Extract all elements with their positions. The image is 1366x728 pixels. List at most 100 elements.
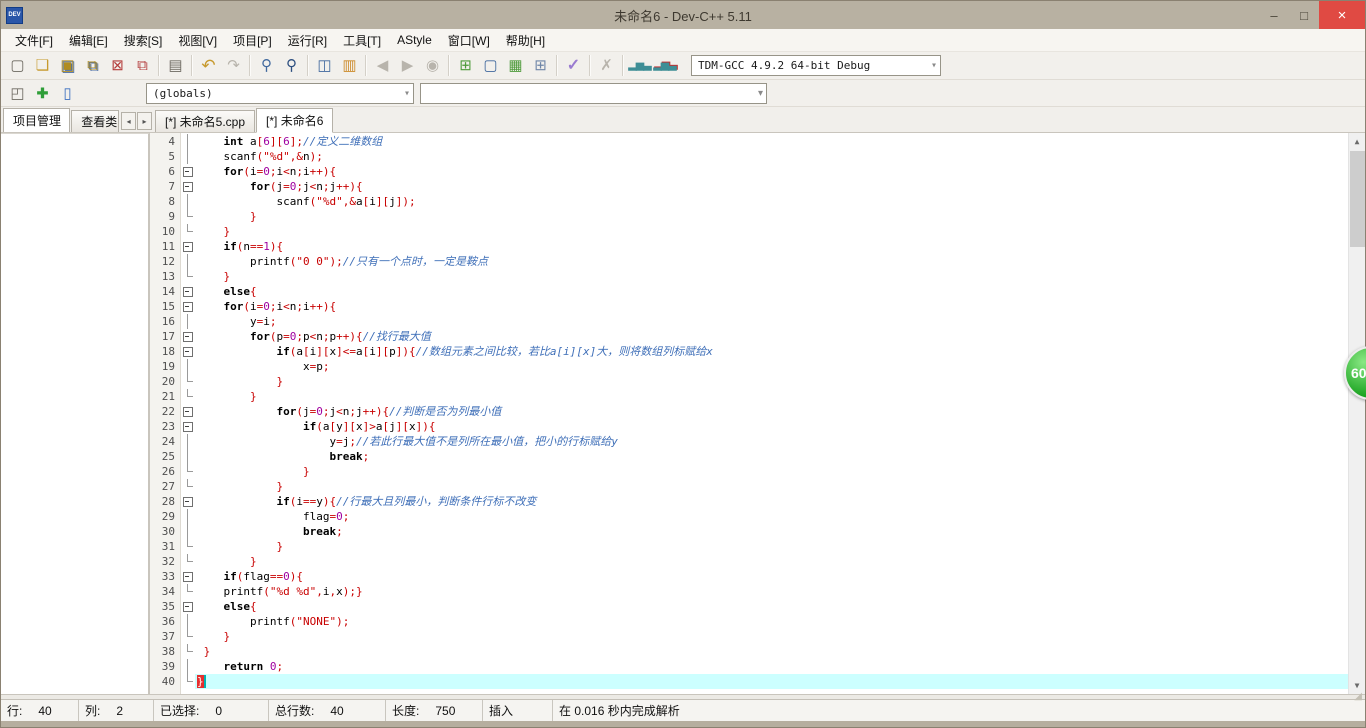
line-number[interactable]: 16 xyxy=(150,314,181,329)
toggle-bookmark-button[interactable]: ▢ xyxy=(478,54,503,77)
fold-toggle-icon[interactable] xyxy=(181,599,195,614)
line-number[interactable]: 39 xyxy=(150,659,181,674)
line-number[interactable]: 6 xyxy=(150,164,181,179)
line-number[interactable]: 5 xyxy=(150,149,181,164)
remove-from-project-button[interactable]: ▯ xyxy=(55,82,80,105)
close-file-button[interactable]: ⊠ xyxy=(105,54,130,77)
undo-button[interactable]: ↶ xyxy=(196,54,221,77)
line-number[interactable]: 8 xyxy=(150,194,181,209)
members-select[interactable]: ▾ xyxy=(420,82,767,104)
menu-search[interactable]: 搜索[S] xyxy=(116,29,171,52)
line-number[interactable]: 22 xyxy=(150,404,181,419)
print-button[interactable]: ▤ xyxy=(163,54,188,77)
compiler-select[interactable]: TDM-GCC 4.9.2 64-bit Debug ▾ xyxy=(691,55,941,76)
scroll-up-button[interactable]: ▲ xyxy=(1349,133,1365,150)
line-number[interactable]: 38 xyxy=(150,644,181,659)
fold-toggle-icon[interactable] xyxy=(181,179,195,194)
line-number[interactable]: 11 xyxy=(150,239,181,254)
line-number[interactable]: 31 xyxy=(150,539,181,554)
line-number[interactable]: 10 xyxy=(150,224,181,239)
line-number[interactable]: 23 xyxy=(150,419,181,434)
forward-button[interactable]: ▶ xyxy=(395,54,420,77)
menu-edit[interactable]: 编辑[E] xyxy=(61,29,116,52)
syntax-check-button[interactable]: ✓ xyxy=(561,54,586,77)
fold-toggle-icon[interactable] xyxy=(181,164,195,179)
fold-toggle-icon[interactable] xyxy=(181,329,195,344)
fold-toggle-icon[interactable] xyxy=(181,299,195,314)
profile-delete-button[interactable]: ▂▅▃ xyxy=(652,54,677,77)
line-number[interactable]: 36 xyxy=(150,614,181,629)
line-number[interactable]: 27 xyxy=(150,479,181,494)
scrollbar-thumb[interactable] xyxy=(1350,151,1365,247)
app-icon[interactable]: DEV xyxy=(6,6,23,24)
line-number[interactable]: 24 xyxy=(150,434,181,449)
line-number[interactable]: 15 xyxy=(150,299,181,314)
close-button[interactable]: × xyxy=(1319,1,1365,29)
menu-project[interactable]: 项目[P] xyxy=(225,29,280,52)
new-unit-in-project-button[interactable]: ◰ xyxy=(5,82,30,105)
line-number[interactable]: 37 xyxy=(150,629,181,644)
panel-tabs-scroll-right-button[interactable]: ▸ xyxy=(137,112,152,130)
line-number[interactable]: 14 xyxy=(150,284,181,299)
line-number[interactable]: 34 xyxy=(150,584,181,599)
list-bookmarks-button[interactable]: ▦ xyxy=(503,54,528,77)
line-number[interactable]: 35 xyxy=(150,599,181,614)
menu-help[interactable]: 帮助[H] xyxy=(498,29,553,52)
line-number[interactable]: 4 xyxy=(150,134,181,149)
line-number[interactable]: 30 xyxy=(150,524,181,539)
line-number[interactable]: 9 xyxy=(150,209,181,224)
line-number[interactable]: 7 xyxy=(150,179,181,194)
menu-run[interactable]: 运行[R] xyxy=(280,29,335,52)
doc-tab-unnamed5[interactable]: [*] 未命名5.cpp xyxy=(155,110,256,132)
fold-toggle-icon[interactable] xyxy=(181,404,195,419)
fold-toggle-icon[interactable] xyxy=(181,494,195,509)
doc-tab-unnamed6[interactable]: [*] 未命名6 xyxy=(256,108,334,133)
menu-astyle[interactable]: AStyle xyxy=(389,30,440,50)
line-number[interactable]: 18 xyxy=(150,344,181,359)
abort-button[interactable]: ✗ xyxy=(594,54,619,77)
globals-select[interactable]: (globals) ▾ xyxy=(146,82,414,104)
open-file-button[interactable]: ❏ xyxy=(30,54,55,77)
menu-view[interactable]: 视图[V] xyxy=(170,29,225,52)
fold-toggle-icon[interactable] xyxy=(181,239,195,254)
line-number[interactable]: 29 xyxy=(150,509,181,524)
minimize-button[interactable]: – xyxy=(1259,1,1289,29)
fold-toggle-icon[interactable] xyxy=(181,344,195,359)
save-button[interactable]: ▣ xyxy=(55,54,80,77)
close-all-button[interactable]: ⧉ xyxy=(130,54,155,77)
menu-file[interactable]: 文件[F] xyxy=(7,29,61,52)
line-number[interactable]: 25 xyxy=(150,449,181,464)
fold-toggle-icon[interactable] xyxy=(181,284,195,299)
line-number[interactable]: 32 xyxy=(150,554,181,569)
goto-bookmark-button[interactable]: ⊞ xyxy=(528,54,553,77)
panel-tabs-scroll-left-button[interactable]: ◂ xyxy=(121,112,137,130)
find-button[interactable]: ⚲ xyxy=(254,54,279,77)
project-browser-panel[interactable] xyxy=(1,133,150,694)
vertical-scrollbar[interactable]: ▲ ▼ xyxy=(1348,133,1365,694)
goto-line-button[interactable]: ▥ xyxy=(337,54,362,77)
fold-toggle-icon[interactable] xyxy=(181,569,195,584)
line-number[interactable]: 13 xyxy=(150,269,181,284)
back-button[interactable]: ◀ xyxy=(370,54,395,77)
code-editor[interactable]: 4 int a[6][6];//定义二维数组 5 scanf("%d",&n); 6… xyxy=(150,133,1365,694)
maximize-button[interactable]: □ xyxy=(1289,1,1319,29)
line-number[interactable]: 12 xyxy=(150,254,181,269)
menu-window[interactable]: 窗口[W] xyxy=(440,29,498,52)
goto-function-button[interactable]: ◫ xyxy=(312,54,337,77)
line-number[interactable]: 40 xyxy=(150,674,181,689)
menu-tools[interactable]: 工具[T] xyxy=(335,29,389,52)
new-file-button[interactable]: ▢ xyxy=(5,54,30,77)
add-to-project-button[interactable]: ✚ xyxy=(30,82,55,105)
fold-toggle-icon[interactable] xyxy=(181,419,195,434)
line-number[interactable]: 26 xyxy=(150,464,181,479)
insert-snippet-button[interactable]: ⊞ xyxy=(453,54,478,77)
line-number[interactable]: 33 xyxy=(150,569,181,584)
profile-button[interactable]: ▂▅▃ xyxy=(627,54,652,77)
line-number[interactable]: 20 xyxy=(150,374,181,389)
save-all-button[interactable]: ⧉ xyxy=(80,54,105,77)
line-number[interactable]: 19 xyxy=(150,359,181,374)
panel-tab-project-manager[interactable]: 项目管理 xyxy=(3,108,71,132)
find-in-files-button[interactable]: ⚲ xyxy=(279,54,304,77)
debug-shield-button[interactable]: ◉ xyxy=(420,54,445,77)
redo-button[interactable]: ↷ xyxy=(221,54,246,77)
